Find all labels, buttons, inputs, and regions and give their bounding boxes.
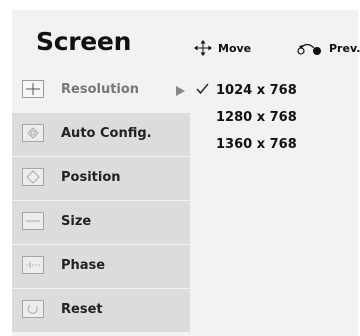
screen-menu: Resolution Auto Config. Position Size Ph… [12, 68, 190, 332]
phase-icon [22, 256, 44, 274]
prev-hint-label: Prev. [329, 41, 360, 55]
four-way-arrow-icon [194, 40, 212, 56]
position-icon [22, 168, 44, 186]
menu-item-resolution[interactable]: Resolution [12, 68, 190, 112]
prev-hint: Prev. [297, 40, 360, 56]
menu-item-label: Size [61, 214, 92, 229]
menu-item-label: Phase [61, 258, 106, 273]
page-title: Screen [36, 27, 132, 56]
resolution-option-label: 1280 x 768 [216, 110, 297, 125]
return-arrow-icon [297, 43, 321, 55]
checkmark-icon [196, 83, 209, 95]
reset-icon [22, 300, 44, 318]
screen-osd-panel: Screen Move Prev. Resolution Auto Config… [12, 10, 360, 336]
menu-item-label: Auto Config. [61, 126, 152, 141]
resolution-option-label: 1024 x 768 [216, 83, 297, 98]
resolution-option-label: 1360 x 768 [216, 137, 297, 152]
menu-item-label: Resolution [61, 82, 140, 97]
menu-item-size[interactable]: Size [12, 200, 190, 244]
menu-item-position[interactable]: Position [12, 156, 190, 200]
size-icon [22, 212, 44, 230]
menu-item-reset[interactable]: Reset [12, 288, 190, 332]
submenu-arrow-icon [176, 86, 185, 96]
menu-item-label: Position [61, 170, 121, 185]
move-hint-label: Move [218, 41, 252, 55]
menu-item-label: Reset [61, 302, 103, 317]
resolution-icon [22, 80, 44, 98]
auto-config-icon [22, 124, 44, 142]
move-hint: Move [194, 40, 251, 56]
menu-item-auto-config[interactable]: Auto Config. [12, 112, 190, 156]
menu-item-phase[interactable]: Phase [12, 244, 190, 288]
